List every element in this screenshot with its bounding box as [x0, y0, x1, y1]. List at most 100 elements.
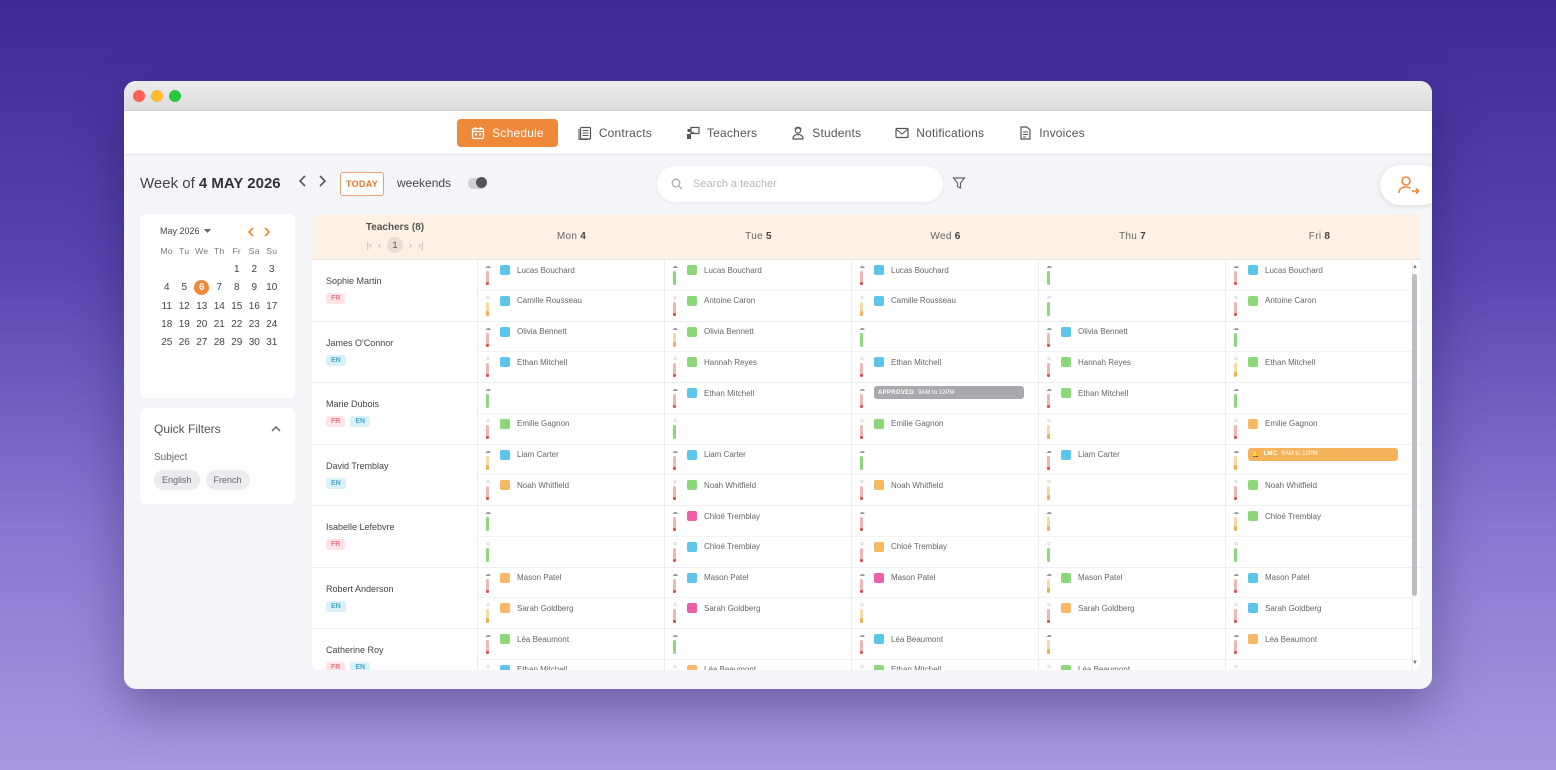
time-slot[interactable]: ☁ Liam Carter	[478, 445, 664, 476]
student-booking[interactable]: Lucas Bouchard	[874, 265, 949, 275]
student-booking[interactable]: Mason Patel	[1061, 572, 1122, 583]
calendar-day[interactable]: 11	[158, 300, 176, 313]
booking-status-pill[interactable]: APPROVED 9AM to 12PM	[874, 386, 1024, 399]
student-booking[interactable]: Antoine Caron	[1248, 295, 1316, 306]
calendar-day[interactable]: 10	[263, 281, 281, 294]
time-slot[interactable]: ☁ 🔔 LMC 9AM to 12PM	[1226, 445, 1412, 476]
time-slot[interactable]: ☼	[478, 537, 664, 568]
student-booking[interactable]: Antoine Caron	[687, 295, 755, 306]
first-page-button[interactable]: |‹	[367, 240, 372, 250]
calendar-day[interactable]: 3	[263, 263, 281, 276]
calendar-day[interactable]: 21	[211, 318, 229, 331]
time-slot[interactable]: ☼ Hannah Reyes	[665, 352, 851, 383]
time-slot[interactable]: ☁	[665, 629, 851, 660]
time-slot[interactable]: ☼ Camille Rousseau	[852, 291, 1038, 322]
calendar-day[interactable]: 27	[193, 336, 211, 349]
calendar-day[interactable]: 24	[263, 318, 281, 331]
student-booking[interactable]: Léa Beaumont	[500, 634, 569, 644]
student-booking[interactable]: Mason Patel	[500, 572, 561, 583]
time-slot[interactable]: ☼ Antoine Caron	[1226, 291, 1412, 322]
calendar-day[interactable]: 6	[194, 280, 210, 295]
time-slot[interactable]: ☁	[1226, 322, 1412, 353]
student-booking[interactable]: Léa Beaumont	[1061, 664, 1130, 670]
time-slot[interactable]: ☼ Noah Whitfield	[1226, 475, 1412, 506]
time-slot[interactable]: ☁ APPROVED 9AM to 12PM	[852, 383, 1038, 414]
scroll-down-icon[interactable]: ▼	[1412, 660, 1418, 666]
student-booking[interactable]: Chloé Tremblay	[1248, 511, 1321, 521]
student-booking[interactable]: Emilie Gagnon	[874, 418, 943, 429]
teacher-cell[interactable]: Catherine Roy FR EN	[312, 629, 478, 670]
student-booking[interactable]: Liam Carter	[1061, 449, 1120, 460]
time-slot[interactable]: ☼ Camille Rousseau	[478, 291, 664, 322]
calendar-day[interactable]: 15	[228, 300, 246, 313]
time-slot[interactable]: ☁ Mason Patel	[665, 568, 851, 599]
time-slot[interactable]: ☁	[852, 322, 1038, 353]
vertical-scrollbar[interactable]: ▲ ▼	[1412, 264, 1418, 666]
search-input[interactable]	[693, 178, 913, 190]
student-booking[interactable]: Olivia Bennett	[687, 326, 754, 337]
booking-status-pill[interactable]: 🔔 LMC 9AM to 12PM	[1248, 447, 1398, 461]
time-slot[interactable]: ☼ Noah Whitfield	[665, 475, 851, 506]
teacher-cell[interactable]: Isabelle Lefebvre FR	[312, 506, 478, 567]
student-booking[interactable]: Ethan Mitchell	[687, 388, 754, 398]
time-slot[interactable]: ☁ Olivia Bennett	[478, 322, 664, 353]
filter-chip-english[interactable]: English	[154, 470, 200, 490]
time-slot[interactable]: ☁ Mason Patel	[478, 568, 664, 599]
teacher-cell[interactable]: James O'Connor EN	[312, 321, 478, 382]
time-slot[interactable]: ☼	[1039, 291, 1225, 322]
calendar-day[interactable]: 29	[228, 336, 246, 349]
time-slot[interactable]: ☁ Ethan Mitchell	[1039, 383, 1225, 414]
student-booking[interactable]: Ethan Mitchell	[874, 664, 941, 670]
time-slot[interactable]: ☼ Sarah Goldberg	[1226, 598, 1412, 629]
student-booking[interactable]: Léa Beaumont	[874, 634, 943, 644]
student-booking[interactable]: Hannah Reyes	[1061, 357, 1131, 368]
calendar-day[interactable]: 18	[158, 318, 176, 331]
time-slot[interactable]: ☁	[852, 506, 1038, 537]
nav-invoices[interactable]: Invoices	[1004, 119, 1099, 147]
time-slot[interactable]: ☼ Ethan Mitchell	[1226, 352, 1412, 383]
next-month-button[interactable]	[263, 226, 271, 240]
time-slot[interactable]: ☼ Emilie Gagnon	[852, 414, 1038, 445]
time-slot[interactable]: ☁ Chloé Tremblay	[665, 506, 851, 537]
next-page-button[interactable]: ›	[409, 240, 412, 250]
student-booking[interactable]: Ethan Mitchell	[1248, 357, 1315, 368]
close-window-button[interactable]	[133, 89, 145, 102]
time-slot[interactable]: ☁ Liam Carter	[665, 445, 851, 476]
calendar-day[interactable]: 26	[176, 336, 194, 349]
calendar-day[interactable]: 2	[246, 263, 264, 276]
student-booking[interactable]: Chloé Tremblay	[874, 541, 947, 552]
calendar-day[interactable]: 30	[246, 336, 264, 349]
prev-week-button[interactable]	[298, 174, 308, 193]
teacher-cell[interactable]: Marie Dubois FR EN	[312, 383, 478, 444]
time-slot[interactable]: ☁ Lucas Bouchard	[1226, 260, 1412, 291]
calendar-day[interactable]: 7	[211, 281, 229, 294]
student-booking[interactable]: Hannah Reyes	[687, 357, 757, 368]
time-slot[interactable]: ☁ Léa Beaumont	[1226, 629, 1412, 660]
calendar-day[interactable]: 9	[246, 281, 264, 294]
calendar-day[interactable]: 12	[176, 300, 194, 313]
student-booking[interactable]: Noah Whitfield	[500, 480, 569, 491]
collapse-filters-button[interactable]	[271, 422, 281, 436]
time-slot[interactable]: ☼ Sarah Goldberg	[665, 598, 851, 629]
time-slot[interactable]: ☁ Lucas Bouchard	[665, 260, 851, 291]
time-slot[interactable]: ☼ Chloé Tremblay	[665, 537, 851, 568]
student-booking[interactable]: Sarah Goldberg	[1248, 603, 1321, 614]
calendar-day[interactable]: 23	[246, 318, 264, 331]
maximize-window-button[interactable]	[169, 89, 181, 102]
calendar-day[interactable]: 5	[176, 281, 194, 294]
student-booking[interactable]: Liam Carter	[500, 449, 559, 460]
minimize-window-button[interactable]	[151, 89, 163, 102]
student-booking[interactable]: Léa Beaumont	[687, 664, 756, 670]
time-slot[interactable]: ☼	[1039, 475, 1225, 506]
teacher-cell[interactable]: David Tremblay EN	[312, 444, 478, 505]
time-slot[interactable]: ☁ Liam Carter	[1039, 445, 1225, 476]
student-booking[interactable]: Ethan Mitchell	[874, 357, 941, 368]
time-slot[interactable]: ☼	[852, 598, 1038, 629]
student-booking[interactable]: Sarah Goldberg	[500, 603, 573, 614]
time-slot[interactable]: ☁	[1039, 629, 1225, 660]
scroll-up-icon[interactable]: ▲	[1412, 264, 1418, 270]
time-slot[interactable]: ☁	[1226, 383, 1412, 414]
last-page-button[interactable]: ›|	[418, 240, 423, 250]
time-slot[interactable]: ☁	[1039, 506, 1225, 537]
next-week-button[interactable]	[317, 174, 327, 193]
